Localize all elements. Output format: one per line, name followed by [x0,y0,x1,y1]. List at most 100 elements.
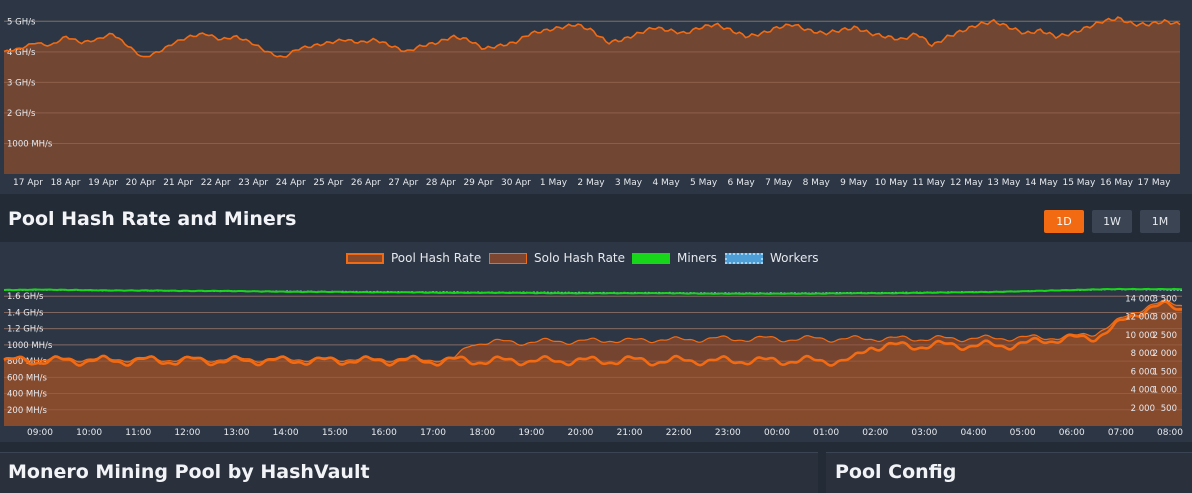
bottom-y-right-miners-tick-label: 4 000 [1131,386,1155,396]
bottom-y-right-miners-tick-label: 6 000 [1131,367,1155,377]
legend-swatch-pool [346,252,384,264]
top-x-tick-label: 24 Apr [276,178,306,188]
top-y-tick-label: 4 GH/s [7,48,36,58]
legend-item-pool-hash-rate[interactable]: Pool Hash Rate [346,250,481,266]
legend-item-solo-hash-rate[interactable]: Solo Hash Rate [489,250,625,266]
legend-item-miners[interactable]: Miners [632,250,717,266]
range-button-1m[interactable]: 1M [1140,210,1180,233]
top-x-tick-label: 25 Apr [313,178,343,188]
legend-swatch-solo [489,252,527,264]
top-y-tick-label: 2 GH/s [7,109,36,119]
top-x-tick-label: 1 May [540,178,568,188]
top-x-tick-label: 14 May [1025,178,1059,188]
pool-config-title: Pool Config [835,461,957,483]
top-x-tick-label: 15 May [1062,178,1096,188]
bottom-x-tick-label: 06:00 [1059,428,1085,438]
bottom-x-tick-label: 00:00 [764,428,790,438]
top-x-tick-label: 30 Apr [501,178,531,188]
bottom-y-left-tick-label: 1.4 GH/s [7,308,44,318]
bottom-y-right-miners-tick-label: 8 000 [1131,349,1155,359]
bottom-x-tick-label: 10:00 [76,428,102,438]
bottom-y-right-workers-tick-label: 500 [1161,404,1177,414]
legend-swatch-workers [725,252,763,264]
top-x-tick-label: 10 May [875,178,909,188]
legend-item-workers[interactable]: Workers [725,250,819,266]
top-y-tick-label: 1000 MH/s [7,139,53,149]
top-x-tick-label: 27 Apr [388,178,418,188]
bottom-x-tick-label: 03:00 [911,428,937,438]
top-x-tick-label: 2 May [577,178,605,188]
range-button-1d[interactable]: 1D [1044,210,1084,233]
top-x-tick-label: 28 Apr [426,178,456,188]
pool-hashrate-chart: 1.6 GH/s 1.4 GH/s 1.2 GH/s 1000 MH/s 800 MH/… [0,276,1192,442]
bottom-y-right-workers-tick-label: 2 000 [1153,349,1177,359]
legend-swatch-miners [632,252,670,264]
pool-info-title: Monero Mining Pool by HashVault [8,461,370,483]
top-x-tick-label: 16 May [1100,178,1134,188]
bottom-x-tick-label: 19:00 [518,428,544,438]
bottom-y-left-tick-label: 1.6 GH/s [7,292,44,302]
network-hashrate-chart: 5 GH/s 4 GH/s 3 GH/s 2 GH/s 1000 MH/s 17 Apr 1… [0,0,1192,194]
bottom-x-tick-label: 07:00 [1108,428,1134,438]
bottom-x-tick-label: 08:00 [1157,428,1183,438]
legend-label-workers: Workers [770,251,819,265]
top-x-tick-label: 29 Apr [463,178,493,188]
bottom-y-left-tick-label: 400 MH/s [7,390,48,400]
top-x-tick-label: 8 May [803,178,831,188]
top-x-tick-label: 26 Apr [351,178,381,188]
bottom-y-left-tick-label: 200 MH/s [7,406,48,416]
top-x-tick-label: 22 Apr [201,178,231,188]
bottom-x-tick-label: 02:00 [862,428,888,438]
bottom-y-right-workers-tick-label: 3 000 [1153,313,1177,323]
bottom-x-tick-label: 16:00 [371,428,397,438]
bottom-y-right-miners-tick-label: 10 000 [1125,331,1155,341]
bottom-y-left-tick-label: 600 MH/s [7,373,48,383]
legend-label-solo: Solo Hash Rate [534,251,626,265]
bottom-x-tick-label: 09:00 [27,428,53,438]
section-header: Pool Hash Rate and Miners 1D 1W 1M [0,194,1192,242]
bottom-x-tick-label: 14:00 [273,428,299,438]
bottom-y-right-miners-tick-label: 12 000 [1125,313,1155,323]
top-y-tick-label: 5 GH/s [7,17,36,27]
range-button-1w[interactable]: 1W [1092,210,1132,233]
network-hashrate-chart-svg: 5 GH/s 4 GH/s 3 GH/s 2 GH/s 1000 MH/s 17 Apr 1… [3,16,1181,188]
bottom-x-tick-label: 23:00 [715,428,741,438]
top-x-tick-label: 9 May [840,178,868,188]
top-x-tick-label: 3 May [615,178,643,188]
bottom-x-tick-label: 04:00 [961,428,987,438]
bottom-x-tick-label: 01:00 [813,428,839,438]
bottom-y-right-workers-tick-label: 3 500 [1153,294,1177,304]
top-x-tick-label: 5 May [690,178,718,188]
pool-info-panel: Monero Mining Pool by HashVault [0,452,818,493]
bottom-y-right-workers-tick-label: 2 500 [1153,331,1177,341]
pool-hashrate-chart-svg: 1.6 GH/s1.4 GH/s1.2 GH/s1000 MH/s800 MH/… [3,287,1183,438]
section-title: Pool Hash Rate and Miners [8,208,297,230]
top-x-tick-label: 6 May [728,178,756,188]
top-x-tick-label: 20 Apr [126,178,156,188]
miners-line [3,287,1183,295]
bottom-y-right-workers-tick-label: 1 000 [1153,386,1177,396]
legend-label-miners: Miners [677,251,717,265]
bottom-y-left-tick-label: 1.2 GH/s [7,325,44,335]
bottom-x-tick-label: 22:00 [666,428,692,438]
top-x-tick-label: 17 Apr [13,178,43,188]
bottom-x-tick-label: 05:00 [1010,428,1036,438]
top-x-tick-label: 23 Apr [238,178,268,188]
bottom-y-right-miners-tick-label: 2 000 [1131,404,1155,414]
bottom-x-tick-label: 21:00 [617,428,643,438]
bottom-x-tick-label: 11:00 [125,428,151,438]
bottom-x-tick-label: 15:00 [322,428,348,438]
top-y-tick-label: 3 GH/s [7,78,36,88]
bottom-x-tick-label: 20:00 [567,428,593,438]
top-x-tick-label: 21 Apr [163,178,193,188]
bottom-x-tick-label: 18:00 [469,428,495,438]
top-x-tick-label: 19 Apr [88,178,118,188]
pool-area-fill [4,301,1182,426]
bottom-y-right-miners-tick-label: 14 000 [1125,294,1155,304]
top-x-tick-label: 4 May [652,178,680,188]
bottom-y-right-workers-tick-label: 1 500 [1153,367,1177,377]
top-x-tick-label: 12 May [950,178,984,188]
bottom-y-left-tick-label: 1000 MH/s [7,341,53,351]
chart-legend: Pool Hash Rate Solo Hash Rate Miners Wor… [0,242,1192,276]
top-x-tick-label: 11 May [912,178,946,188]
